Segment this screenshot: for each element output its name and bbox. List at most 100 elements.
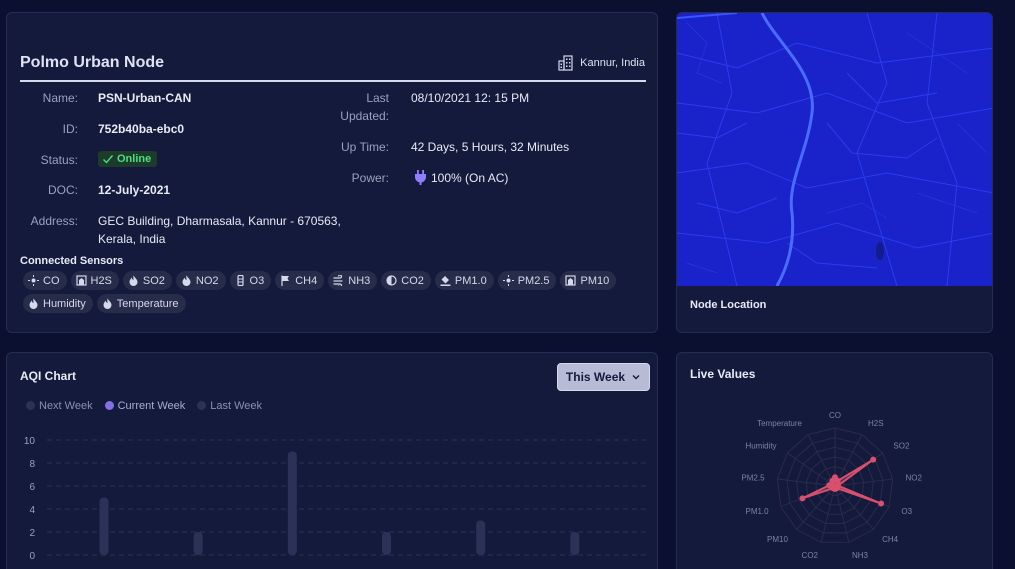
location-map[interactable]: [677, 13, 993, 286]
aqi-chart-title: AQI Chart: [20, 369, 77, 383]
sun-icon: [28, 275, 39, 286]
radar-axis-label: O3: [901, 507, 912, 516]
title-divider: [20, 80, 646, 82]
uptime-label: Up Time:: [340, 140, 389, 154]
legend-label: Last Week: [210, 400, 263, 412]
y-tick-label: 10: [24, 436, 36, 447]
building-icon: [565, 275, 577, 286]
radar-axis-label: PM2.5: [741, 473, 765, 482]
id-label: ID:: [62, 122, 78, 136]
sensor-chip[interactable]: PM1.0: [434, 271, 494, 290]
legend-swatch: [26, 401, 35, 410]
aqi-chart-card: AQI Chart This Week Next Week Current Wee…: [6, 352, 658, 569]
aqi-chart-legend: Next Week Current Week Last Week: [26, 400, 262, 412]
flag-icon: [281, 275, 290, 286]
cylinder-icon: [236, 275, 244, 286]
sensor-chip[interactable]: Humidity: [23, 294, 93, 313]
y-tick-label: 4: [29, 505, 35, 516]
sensor-chip-list: CO H2S SO2 NO2 O3 CH4 NH3 CO2 PM1.0 PM2.5 PM10 Humi…: [23, 271, 653, 313]
last-updated-label-1: Last: [366, 91, 389, 105]
sensor-chip[interactable]: CH4: [275, 271, 325, 290]
radar-axis-label: PM10: [767, 535, 788, 544]
legend-item[interactable]: Next Week: [26, 400, 93, 412]
name-value: PSN-Urban-CAN: [98, 91, 192, 105]
city-icon: [558, 55, 573, 71]
radar-axis-label: SO2: [893, 442, 910, 451]
sensor-chip[interactable]: H2S: [70, 271, 119, 290]
bar-last-week[interactable]: [382, 532, 391, 555]
y-tick-label: 2: [29, 528, 35, 539]
radar-axis-label: NH3: [852, 551, 869, 560]
sensor-chip[interactable]: Temperature: [96, 294, 186, 313]
address-label: Address:: [30, 214, 78, 228]
sensor-chip[interactable]: NH3: [328, 271, 378, 290]
contrast-icon: [386, 275, 397, 286]
flame-icon: [182, 275, 191, 286]
bar-last-week[interactable]: [476, 520, 486, 556]
sensor-chip[interactable]: PM10: [560, 271, 617, 290]
doc-value: 12-July-2021: [98, 183, 171, 197]
last-updated-value: 08/10/2021 12: 15 PM: [411, 91, 530, 105]
radar-axis-label: CH4: [882, 535, 899, 544]
legend-label: Next Week: [39, 400, 93, 412]
sensor-chip-label: NO2: [195, 274, 219, 287]
radar-axis-label: H2S: [868, 419, 884, 428]
wind-icon: [333, 275, 343, 286]
sensor-chip[interactable]: CO: [23, 271, 67, 290]
legend-label: Current Week: [117, 400, 186, 412]
doc-label: DOC:: [48, 183, 78, 197]
sensor-chip-label: CO2: [401, 274, 424, 287]
live-values-card: Live Values CO H2S SO2 NO2 O3 CH4 NH3 CO2 PM10 PM…: [676, 352, 993, 569]
sensor-chip-label: PM2.5: [517, 274, 550, 287]
aqi-bar-chart: 0 2 4 6 8 10: [24, 436, 647, 562]
status-label: Status:: [40, 153, 78, 167]
plug-icon: [415, 170, 426, 185]
sensor-chip[interactable]: CO2: [381, 271, 431, 290]
status-badge: Online: [98, 151, 158, 167]
bar-last-week[interactable]: [287, 451, 297, 556]
y-tick-label: 0: [29, 551, 35, 562]
legend-item[interactable]: Last Week: [197, 400, 262, 412]
sensor-chip[interactable]: SO2: [122, 271, 172, 290]
sensor-chip-label: CO: [43, 274, 60, 287]
sensor-chip-label: Humidity: [43, 297, 86, 310]
radar-point[interactable]: [870, 456, 877, 463]
radar-point[interactable]: [829, 477, 836, 484]
bar-last-week[interactable]: [193, 532, 203, 555]
sensor-chip[interactable]: O3: [229, 271, 272, 290]
node-info-card: Polmo Urban Node Kannur, India Name: PSN…: [6, 12, 658, 333]
bar-last-week[interactable]: [99, 497, 109, 556]
chevron-down-icon: [632, 375, 640, 380]
sensor-chip-label: O3: [249, 274, 265, 287]
flame-icon: [129, 275, 138, 286]
last-updated-label-2: Updated:: [340, 109, 389, 123]
legend-item[interactable]: Current Week: [104, 400, 186, 412]
node-location-text: Kannur, India: [580, 57, 645, 69]
sensor-chip[interactable]: NO2: [175, 271, 226, 290]
bar-last-week[interactable]: [570, 532, 580, 555]
building-icon: [75, 275, 87, 286]
flame-icon: [29, 298, 38, 309]
name-label: Name:: [42, 91, 78, 105]
check-icon: [103, 155, 114, 164]
power-label: Power:: [351, 171, 389, 185]
paint-bucket-icon: [440, 276, 451, 286]
radar-point[interactable]: [799, 495, 806, 502]
radar-axis-label: CO2: [802, 551, 819, 560]
flame-icon: [103, 298, 112, 309]
week-range-dropdown[interactable]: This Week: [557, 363, 650, 391]
sensor-chip-label: PM10: [580, 274, 610, 287]
address-line-2: Kerala, India: [98, 232, 166, 246]
node-location-card: Node Location: [676, 12, 993, 333]
radar-axis-label: NO2: [905, 473, 922, 482]
node-location-label: Node Location: [690, 299, 767, 311]
sensor-chip-label: SO2: [142, 274, 165, 287]
sensor-chip[interactable]: PM2.5: [497, 271, 557, 290]
radar-axis-label: PM1.0: [745, 507, 769, 516]
y-tick-label: 6: [29, 482, 35, 493]
legend-swatch: [104, 401, 114, 410]
connected-sensors-title: Connected Sensors: [20, 255, 124, 267]
sensor-chip-label: CH4: [295, 274, 318, 287]
radar-point[interactable]: [878, 500, 885, 507]
live-values-radar-chart: CO H2S SO2 NO2 O3 CH4 NH3 CO2 PM10 PM1.0 PM2.5 Humi…: [741, 411, 922, 560]
